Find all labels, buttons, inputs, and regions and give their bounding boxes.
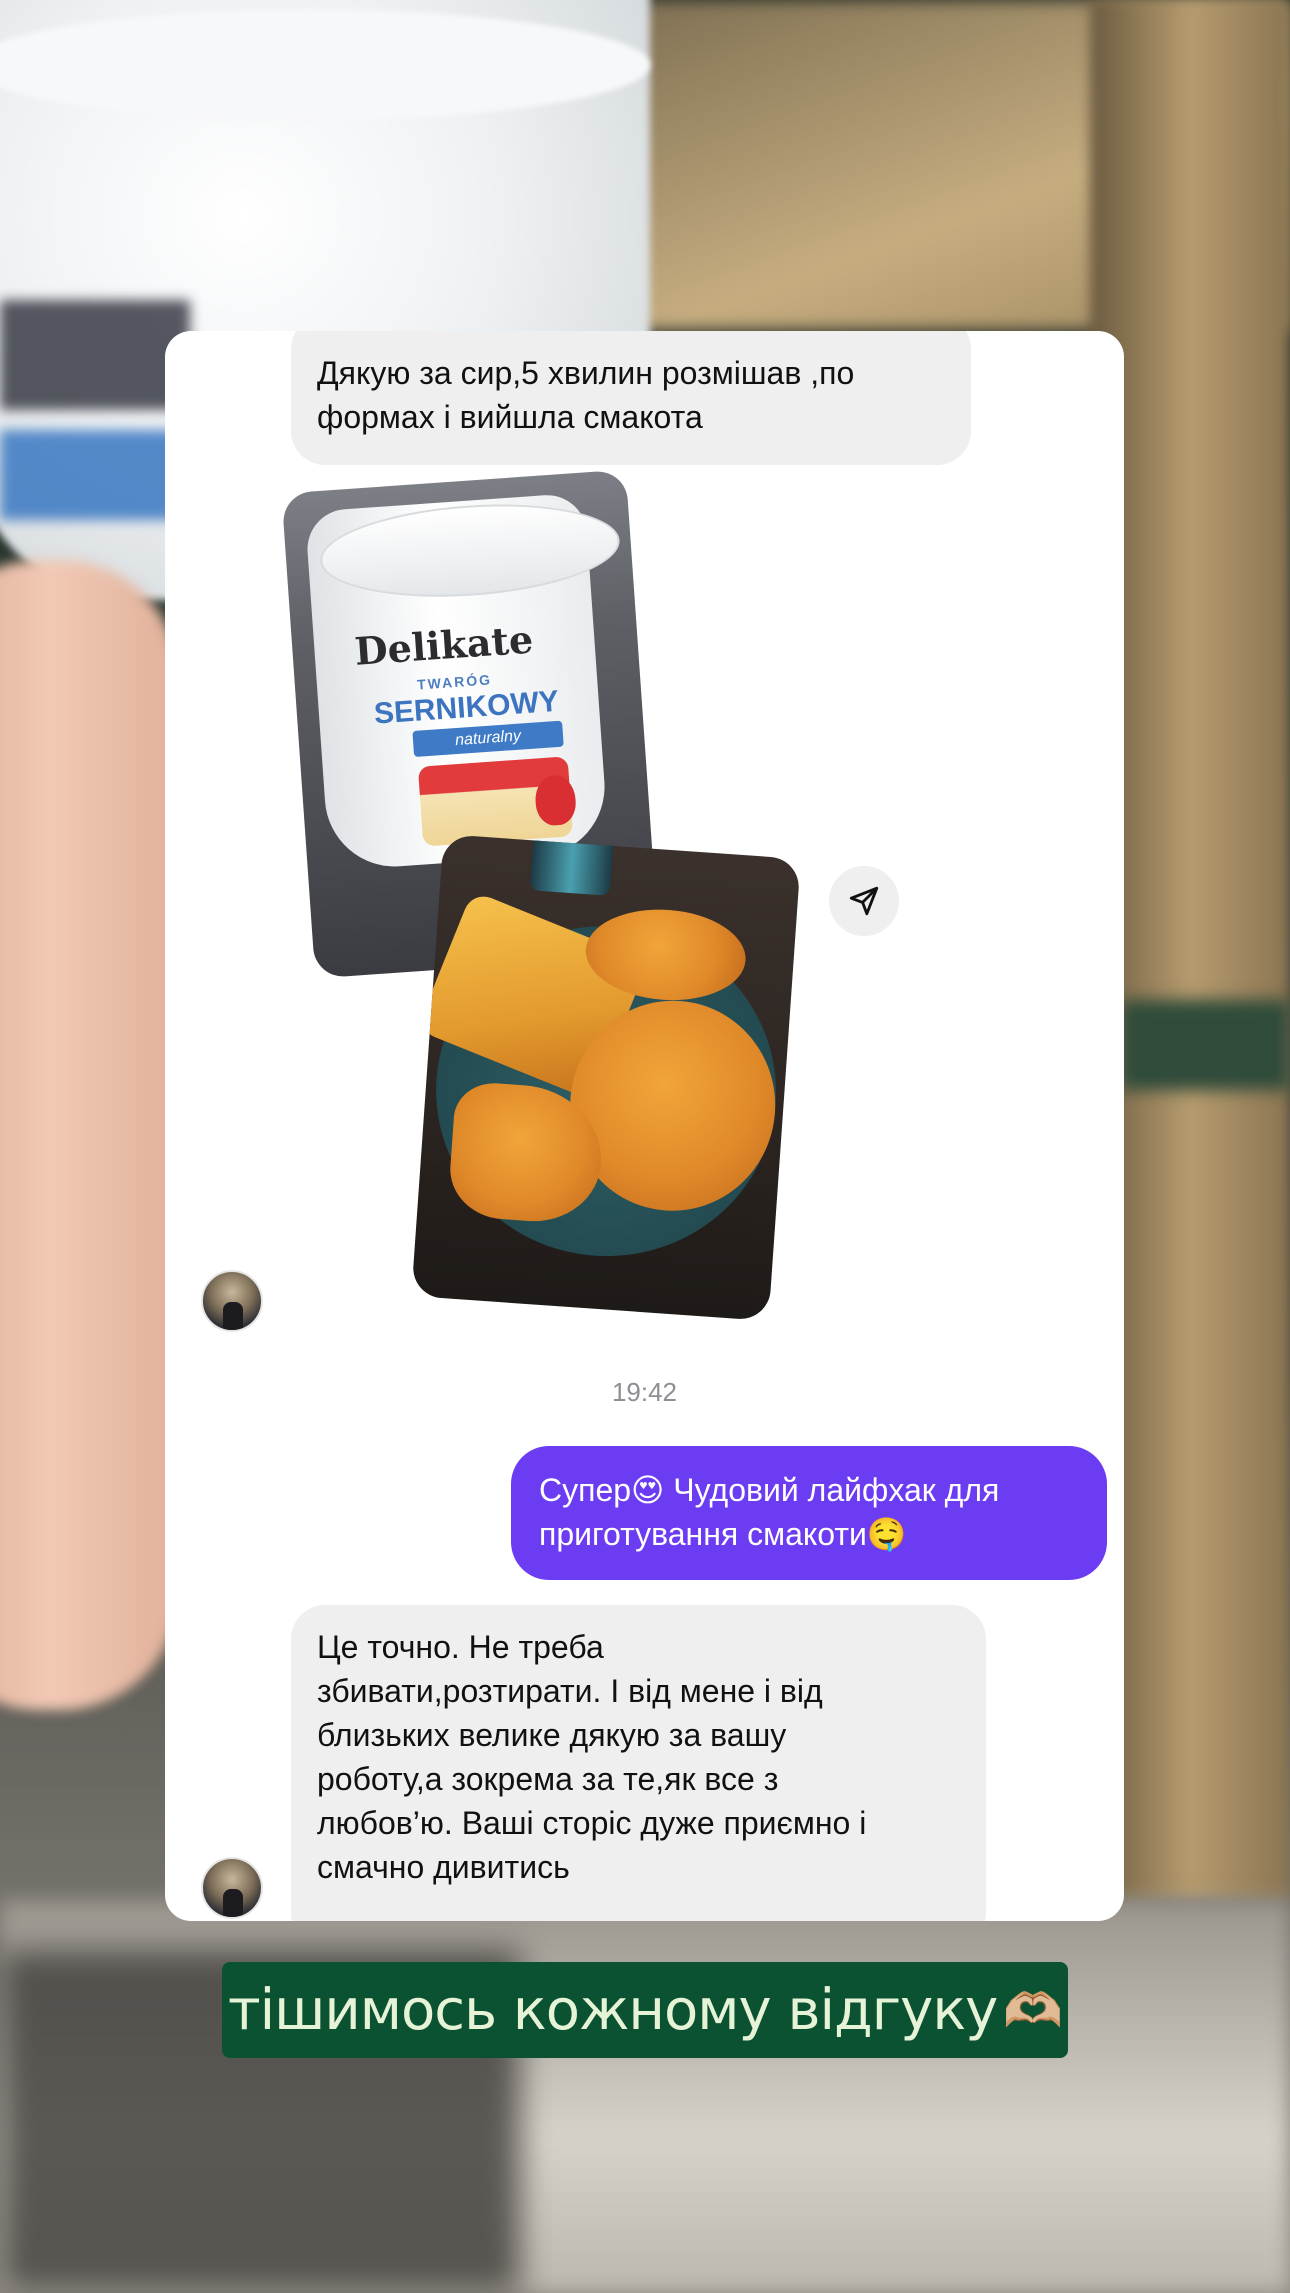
background-product-tub-rim <box>0 10 650 120</box>
sender-avatar[interactable] <box>201 1270 263 1332</box>
photo-syrniki[interactable] <box>411 834 801 1321</box>
product-tub-lid <box>317 495 623 606</box>
background-hand <box>0 560 180 1710</box>
outgoing-message-bubble[interactable]: Супер😍 Чудовий лайфхак для приготування … <box>511 1446 1107 1580</box>
story-caption-text: тішимось кожному відгуку <box>227 1977 998 2043</box>
sender-avatar[interactable] <box>201 1857 263 1919</box>
paper-plane-icon <box>849 886 879 916</box>
product-strawberry-image <box>533 773 578 827</box>
chat-screenshot-card: Дякую за сир,5 хвилин розмішав ,по форма… <box>165 331 1124 1921</box>
message-timestamp: 19:42 <box>611 1377 678 1407</box>
background-tub-logo <box>0 300 190 410</box>
product-tub: Delikate TWARÓG SERNIKOWY naturalny <box>304 492 623 872</box>
incoming-message-bubble[interactable]: Дякую за сир,5 хвилин розмішав ,по форма… <box>291 331 971 465</box>
product-brand-label: Delikate <box>353 616 535 674</box>
incoming-message-bubble[interactable]: Це точно. Не треба збивати,розтирати. І … <box>291 1605 986 1921</box>
story-caption: тішимось кожному відгуку 🫶🏼 <box>222 1962 1068 2058</box>
share-button[interactable] <box>829 866 899 936</box>
background-label-strip <box>1120 1000 1290 1090</box>
heart-hands-emoji: 🫶🏼 <box>1003 1982 1063 2039</box>
